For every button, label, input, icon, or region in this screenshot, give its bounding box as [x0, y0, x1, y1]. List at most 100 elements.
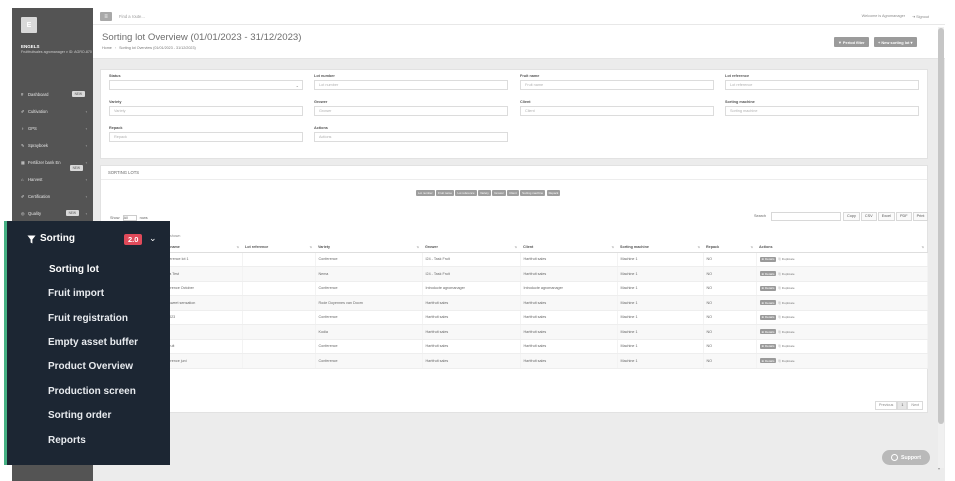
menu-toggle-button[interactable]: ≡ — [100, 12, 112, 21]
sort-icon[interactable]: ⇅ — [236, 245, 239, 249]
menu-item-product-overview[interactable]: Product Overview — [48, 361, 133, 372]
menu-item-sorting-order[interactable]: Sorting order — [48, 410, 111, 421]
scroll-down-icon[interactable]: ▾ — [938, 466, 940, 471]
print-button[interactable]: Print — [912, 212, 929, 221]
toggle-sorting-machine[interactable]: Sorting machine — [520, 190, 546, 196]
details-button[interactable]: ⊕ Details — [759, 358, 777, 364]
toggle-repack[interactable]: Repack — [546, 190, 561, 196]
search-input[interactable] — [771, 212, 841, 221]
pagination-next[interactable]: Next — [907, 401, 924, 410]
table-cell: I24 - Task Fruit — [422, 252, 521, 267]
copy-button[interactable]: Copy — [843, 212, 860, 221]
pdf-button[interactable]: PDF — [895, 212, 912, 221]
details-button[interactable]: ⊕ Details — [759, 343, 777, 349]
actions-input[interactable]: Actions — [314, 132, 508, 142]
toggle-lot-number[interactable]: Lot number — [416, 190, 435, 196]
repack-input[interactable]: Repack — [109, 132, 303, 142]
find-route-input[interactable]: Find a route... — [119, 14, 145, 19]
duplicate-button[interactable]: ⎘ Duplicate — [778, 330, 794, 334]
duplicate-button[interactable]: ⎘ Duplicate — [778, 301, 794, 305]
details-button[interactable]: ⊕ Details — [759, 300, 777, 306]
table-row[interactable]: 2023/0005pret sweet sensationRode Doyenn… — [101, 295, 928, 311]
sidebar-item-dashboard[interactable]: # Dashboard NEW — [12, 86, 93, 103]
details-button[interactable]: ⊕ Details — [759, 285, 777, 291]
column-header[interactable]: Sorting machine ⇅ — [617, 242, 703, 253]
sidebar-item-gps[interactable]: ♀ GPS ‹ — [12, 120, 93, 137]
column-header[interactable]: Client ⇅ — [520, 242, 617, 253]
sidebar-item-quality[interactable]: ◎ Quality NEW ‹ — [12, 205, 93, 222]
sidebar-item-sprayboek[interactable]: ✎ Sprayboek ‹ — [12, 137, 93, 154]
excel-button[interactable]: Excel — [877, 212, 895, 221]
menu-item-reports[interactable]: Reports — [48, 435, 86, 446]
column-header-label: Grower — [425, 244, 438, 249]
variety-input[interactable]: Variety — [109, 106, 303, 116]
table-row[interactable]: 2023/0003TestKodiaHartfruit salesHartfru… — [101, 324, 928, 340]
lot-number-input[interactable]: Lot number — [314, 80, 508, 90]
period-filter-button[interactable]: ▼ Period filter — [834, 37, 869, 47]
details-button[interactable]: ⊕ Details — [759, 314, 777, 320]
pagination-previous[interactable]: Previous — [875, 401, 898, 410]
table-row[interactable]: 2023/0008Conference lot 1ConferenceI24 -… — [101, 252, 928, 267]
sidebar-item-label: Fertilizer bank En — [28, 160, 61, 165]
table-cell: Machine 1 — [617, 281, 704, 296]
new-sorting-lot-button[interactable]: + New sorting lot ▾ — [874, 37, 917, 47]
column-header[interactable]: Fruit name ⇅ — [158, 242, 242, 253]
grower-input[interactable]: Grower — [314, 106, 508, 116]
sidebar-item-cultivation[interactable]: ✐ Cultivation ‹ — [12, 103, 93, 120]
sort-icon[interactable]: ⇅ — [416, 245, 419, 249]
details-button[interactable]: ⊕ Details — [759, 329, 777, 335]
sort-icon[interactable]: ⇅ — [697, 245, 700, 249]
column-header[interactable]: Repack ⇅ — [703, 242, 756, 253]
duplicate-button[interactable]: ⎘ Duplicate — [778, 257, 794, 261]
duplicate-button[interactable]: ⎘ Duplicate — [778, 359, 794, 363]
sidebar-item-certification[interactable]: ✐ Certification ‹ — [12, 188, 93, 205]
scrollbar-thumb[interactable] — [938, 28, 944, 424]
toggle-fruit-name[interactable]: Fruit name — [436, 190, 454, 196]
status-select[interactable]: ⌄ — [109, 80, 303, 90]
table-row[interactable]: 2023/0001conference juniConferenceHartfr… — [101, 353, 928, 369]
duplicate-button[interactable]: ⎘ Duplicate — [778, 315, 794, 319]
toggle-lot-reference[interactable]: Lot reference — [455, 190, 477, 196]
duplicate-button[interactable]: ⎘ Duplicate — [778, 286, 794, 290]
details-button[interactable]: ⊕ Details — [759, 271, 777, 277]
lot-reference-input[interactable]: Lot reference — [725, 80, 919, 90]
company-logo[interactable]: E — [21, 17, 37, 33]
table-row[interactable]: 2023/0007Nema TestNemaI24 - Task FruitHa… — [101, 266, 928, 282]
column-header[interactable]: Variety ⇅ — [315, 242, 422, 253]
client-input[interactable]: Client — [520, 106, 714, 116]
csv-button[interactable]: CSV — [860, 212, 877, 221]
table-cell — [242, 295, 316, 311]
sort-icon[interactable]: ⇅ — [514, 245, 517, 249]
sort-icon[interactable]: ⇅ — [921, 245, 924, 249]
pagination-page[interactable]: 1 — [897, 401, 908, 410]
toggle-grower[interactable]: Grower — [492, 190, 506, 196]
duplicate-button[interactable]: ⎘ Duplicate — [778, 344, 794, 348]
menu-item-sorting-lot[interactable]: Sorting lot — [49, 264, 99, 275]
duplicate-button[interactable]: ⎘ Duplicate — [778, 272, 794, 276]
column-header[interactable]: Grower ⇅ — [422, 242, 520, 253]
sorting-machine-input[interactable]: Sorting machine — [725, 106, 919, 116]
sorting-menu-header[interactable]: Sorting 2.0 ⌄ — [7, 221, 170, 257]
toggle-client[interactable]: Client — [507, 190, 519, 196]
table-cell: Machine 1 — [617, 324, 704, 340]
menu-item-empty-asset-buffer[interactable]: Empty asset buffer — [48, 337, 138, 348]
sidebar-item-harvest[interactable]: ⌂ Harvest ‹ — [12, 171, 93, 188]
sort-icon[interactable]: ⇅ — [611, 245, 614, 249]
details-button[interactable]: ⊕ Details — [759, 256, 777, 262]
menu-item-production-screen[interactable]: Production screen — [48, 386, 136, 397]
signout-link[interactable]: ⇥ Signout — [912, 14, 929, 19]
table-row[interactable]: 2023/0006conference OctoberConferenceInt… — [101, 281, 928, 296]
toggle-variety[interactable]: Variety — [478, 190, 491, 196]
sort-icon[interactable]: ⇅ — [309, 245, 312, 249]
fruit-name-input[interactable]: Fruit name — [520, 80, 714, 90]
column-header[interactable]: Actions ⇅ — [756, 242, 927, 253]
table-row[interactable]: 2023/0004juli 2023ConferenceHartfruit sa… — [101, 310, 928, 325]
table-row[interactable]: 2023/0002TestfruitConferenceHartfruit sa… — [101, 339, 928, 354]
breadcrumb-home[interactable]: Home — [102, 46, 112, 50]
sort-icon[interactable]: ⇅ — [750, 245, 753, 249]
sidebar-item-fertilizer[interactable]: ▦ Fertilizer bank En ‹ NEW — [12, 154, 93, 171]
support-button[interactable]: Support — [882, 450, 930, 465]
column-header[interactable]: Lot reference ⇅ — [242, 242, 315, 253]
menu-item-fruit-registration[interactable]: Fruit registration — [48, 313, 128, 324]
menu-item-fruit-import[interactable]: Fruit import — [48, 288, 104, 299]
